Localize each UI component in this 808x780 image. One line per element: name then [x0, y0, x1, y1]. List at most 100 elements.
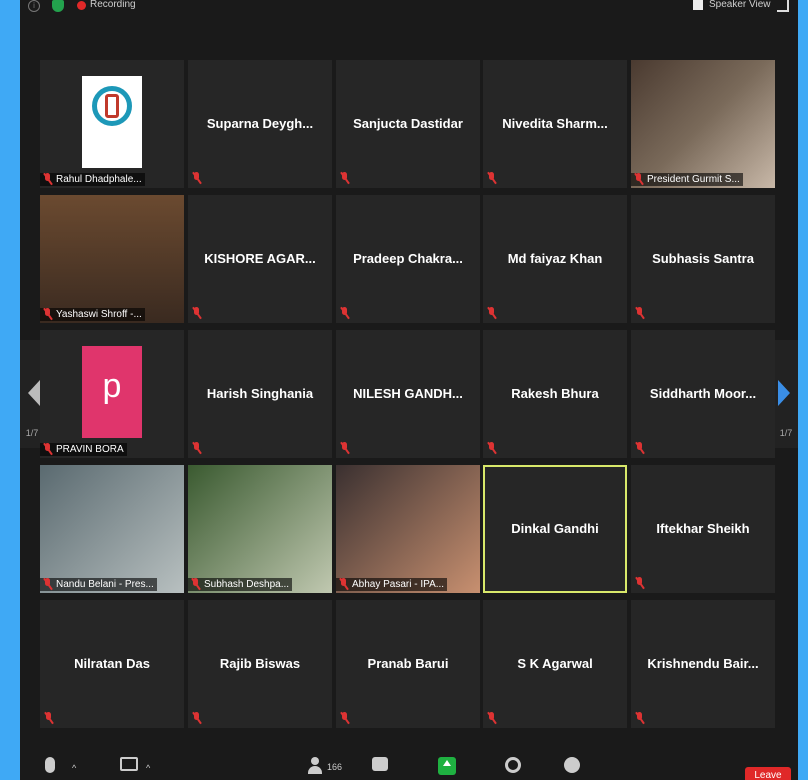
participant-name: Rakesh Bhura: [511, 386, 599, 401]
mic-muted-icon: [487, 442, 496, 454]
participant-tile[interactable]: p PRAVIN BORA: [40, 330, 184, 458]
participant-tile[interactable]: Nandu Belani - Pres...: [40, 465, 184, 593]
participant-label: PRAVIN BORA: [40, 443, 127, 456]
participant-tile[interactable]: KISHORE AGAR...: [188, 195, 332, 323]
participant-video: [631, 60, 775, 188]
mic-muted-icon: [43, 173, 52, 185]
participant-tile[interactable]: Iftekhar Sheikh: [631, 465, 775, 593]
participant-tile[interactable]: Rakesh Bhura: [483, 330, 627, 458]
participant-name: Abhay Pasari - IPA...: [352, 579, 445, 590]
mic-muted-icon: [635, 307, 644, 319]
mic-muted-icon: [635, 577, 644, 589]
speaker-view-checkbox-icon[interactable]: [693, 0, 703, 10]
participant-name: Pradeep Chakra...: [353, 251, 463, 266]
record-icon[interactable]: [505, 757, 521, 773]
start-video-icon[interactable]: [120, 757, 138, 771]
participant-tile[interactable]: Md faiyaz Khan: [483, 195, 627, 323]
speaker-view-button[interactable]: Speaker View: [709, 0, 771, 10]
zoom-window: i Recording Speaker View 1/7 1/7 Rahul D…: [20, 0, 798, 780]
mic-muted-icon: [340, 712, 349, 724]
participant-label: Rahul Dhadphale...: [40, 173, 145, 186]
participant-tile[interactable]: President Gurmit S...: [631, 60, 775, 188]
next-page-button[interactable]: 1/7: [774, 340, 798, 448]
participant-name: Sanjucta Dastidar: [353, 116, 463, 131]
participant-tile[interactable]: Sanjucta Dastidar: [336, 60, 480, 188]
arrow-left-icon: [28, 380, 40, 406]
mic-muted-icon: [44, 712, 53, 724]
mic-muted-icon: [340, 172, 349, 184]
participant-tile[interactable]: Harish Singhania: [188, 330, 332, 458]
bottom-toolbar: ^ ^ 166 Leave: [20, 745, 798, 780]
participant-tile[interactable]: Yashaswi Shroff -...: [40, 195, 184, 323]
participant-label: Subhash Deshpa...: [188, 578, 293, 591]
recording-dot-icon: [77, 1, 86, 10]
participants-icon[interactable]: [308, 757, 326, 775]
fullscreen-icon[interactable]: [777, 0, 789, 12]
participant-label: Nandu Belani - Pres...: [40, 578, 157, 591]
mic-muted-icon: [192, 172, 201, 184]
participant-name: Krishnendu Bair...: [647, 656, 759, 671]
mic-muted-icon: [635, 712, 644, 724]
participant-tile[interactable]: Suparna Deygh...: [188, 60, 332, 188]
mic-muted-icon: [487, 712, 496, 724]
leave-button[interactable]: Leave: [745, 767, 791, 780]
participant-tile[interactable]: Pradeep Chakra...: [336, 195, 480, 323]
audio-options-caret-icon[interactable]: ^: [72, 763, 76, 773]
participant-name: Subhash Deshpa...: [204, 579, 290, 590]
participant-name: Nivedita Sharm...: [502, 116, 608, 131]
participant-tile[interactable]: S K Agarwal: [483, 600, 627, 728]
chat-icon[interactable]: [372, 757, 388, 771]
participant-tile[interactable]: Rajib Biswas: [188, 600, 332, 728]
participant-tile[interactable]: Pranab Barui: [336, 600, 480, 728]
participant-name: Yashaswi Shroff -...: [56, 309, 142, 320]
page-indicator-right: 1/7: [779, 428, 793, 438]
top-bar: i Recording Speaker View: [20, 0, 798, 18]
organization-logo: [82, 76, 142, 168]
participant-tile[interactable]: Subhash Deshpa...: [188, 465, 332, 593]
participant-name: Siddharth Moor...: [649, 386, 757, 401]
participant-tile[interactable]: Siddharth Moor...: [631, 330, 775, 458]
recording-label: Recording: [90, 0, 136, 10]
participant-name: Dinkal Gandhi: [511, 521, 599, 536]
participant-video: [336, 465, 480, 593]
participant-name: Rajib Biswas: [219, 656, 301, 671]
video-options-caret-icon[interactable]: ^: [146, 763, 150, 773]
participant-name: Rahul Dhadphale...: [56, 174, 142, 185]
participant-label: Yashaswi Shroff -...: [40, 308, 145, 321]
participant-tile[interactable]: Nivedita Sharm...: [483, 60, 627, 188]
participant-tile[interactable]: Abhay Pasari - IPA...: [336, 465, 480, 593]
participant-name: S K Agarwal: [517, 656, 593, 671]
participant-name: Harish Singhania: [206, 386, 314, 401]
mic-muted-icon: [487, 307, 496, 319]
participant-tile[interactable]: NILESH GANDH...: [336, 330, 480, 458]
mic-muted-icon: [635, 442, 644, 454]
unmute-mic-icon[interactable]: [45, 757, 55, 773]
participant-video: [188, 465, 332, 593]
participant-name: President Gurmit S...: [647, 174, 740, 185]
participant-name: Nandu Belani - Pres...: [56, 579, 154, 590]
mic-muted-icon: [192, 307, 201, 319]
participant-video: [40, 195, 184, 323]
participant-name: Pranab Barui: [367, 656, 449, 671]
participant-tile[interactable]: Subhasis Santra: [631, 195, 775, 323]
mic-muted-icon: [43, 578, 52, 590]
mic-muted-icon: [191, 578, 200, 590]
mic-muted-icon: [43, 308, 52, 320]
mic-muted-icon: [340, 442, 349, 454]
reactions-icon[interactable]: [564, 757, 580, 773]
participant-tile[interactable]: Rahul Dhadphale...: [40, 60, 184, 188]
mic-muted-icon: [192, 712, 201, 724]
participant-tile[interactable]: Nilratan Das: [40, 600, 184, 728]
mic-muted-icon: [340, 307, 349, 319]
logo-cross-icon: [105, 94, 119, 118]
participant-name: Subhasis Santra: [652, 251, 754, 266]
shield-icon[interactable]: [52, 0, 64, 12]
mic-muted-icon: [634, 173, 643, 185]
participant-name: PRAVIN BORA: [56, 444, 124, 455]
share-screen-icon[interactable]: [438, 757, 456, 775]
participant-name: KISHORE AGAR...: [204, 251, 316, 266]
info-icon[interactable]: i: [28, 0, 40, 12]
participant-tile[interactable]: Dinkal Gandhi: [483, 465, 627, 593]
participant-name: Md faiyaz Khan: [507, 251, 603, 266]
participant-tile[interactable]: Krishnendu Bair...: [631, 600, 775, 728]
